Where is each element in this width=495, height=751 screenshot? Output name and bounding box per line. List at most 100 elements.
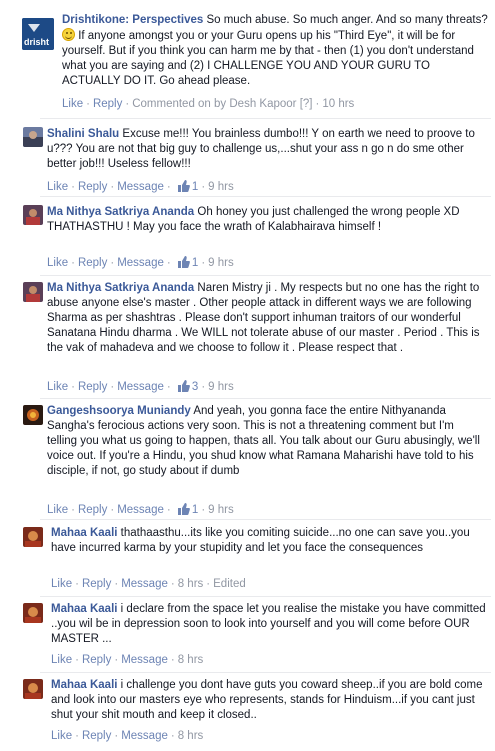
comment-author[interactable]: Mahaa Kaali — [51, 603, 117, 615]
comment-actions: Like · Reply · Message · 1 · 9 hrs — [47, 503, 234, 518]
reply-link[interactable]: Reply — [82, 654, 111, 666]
commented-on-label: Commented on by Desh Kapoor — [132, 98, 297, 110]
thumbs-up-icon — [177, 503, 190, 518]
avatar[interactable] — [23, 205, 43, 225]
comment-author[interactable]: Ma Nithya Satkriya Ananda — [47, 282, 194, 294]
like-count[interactable]: 3 — [192, 381, 198, 393]
like-link[interactable]: Like — [47, 381, 68, 393]
timestamp[interactable]: 8 hrs — [178, 654, 204, 666]
comment-actions: Like · Reply · Message · 1 · 9 hrs — [47, 180, 234, 193]
comment-body: Mahaa Kaali i challenge you dont have gu… — [51, 678, 487, 723]
profile-photo-icon — [23, 205, 43, 225]
reply-comment: Mahaa Kaali thathaasthu...its like you c… — [0, 521, 495, 597]
comment-body: Drishtikone: Perspectives So much abuse.… — [62, 13, 490, 89]
reply-link[interactable]: Reply — [78, 381, 107, 393]
reply-link[interactable]: Reply — [93, 98, 122, 110]
like-link[interactable]: Like — [47, 504, 68, 516]
reply-comment: Mahaa Kaali i challenge you dont have gu… — [0, 674, 495, 751]
message-link[interactable]: Message — [117, 381, 164, 393]
reply-comment: Ma Nithya Satkriya Ananda Naren Mistry j… — [0, 277, 495, 397]
comment-text: So much abuse. So much anger. And so man… — [203, 14, 488, 26]
reply-comment: Gangeshsoorya Muniandy And yeah, you gon… — [0, 400, 495, 518]
like-link[interactable]: Like — [62, 98, 83, 110]
reply-link[interactable]: Reply — [82, 730, 111, 742]
comment-actions: Like · Reply · Message · 1 · 9 hrs — [47, 256, 234, 271]
comment-body: Ma Nithya Satkriya Ananda Naren Mistry j… — [47, 281, 487, 356]
timestamp[interactable]: 9 hrs — [208, 181, 234, 193]
profile-photo-icon — [23, 405, 43, 425]
avatar[interactable] — [23, 282, 43, 302]
divider — [40, 275, 491, 276]
avatar[interactable] — [23, 405, 43, 425]
comment-actions: Like · Reply · Message · 3 · 9 hrs — [47, 380, 234, 395]
comment-author[interactable]: Mahaa Kaali — [51, 679, 117, 691]
divider — [40, 196, 491, 197]
comment-text-continued: If anyone amongst you or your Guru opens… — [62, 30, 474, 87]
reply-comment: Mahaa Kaali i declare from the space let… — [0, 598, 495, 674]
timestamp[interactable]: 9 hrs — [208, 504, 234, 516]
like-count[interactable]: 1 — [192, 257, 198, 269]
like-link[interactable]: Like — [51, 654, 72, 666]
like-link[interactable]: Like — [51, 730, 72, 742]
message-link[interactable]: Message — [121, 578, 168, 590]
comment-body: Shalini Shalu Excuse me!!! You brainless… — [47, 127, 487, 172]
avatar[interactable] — [23, 127, 43, 147]
reply-link[interactable]: Reply — [78, 257, 107, 269]
reply-link[interactable]: Reply — [82, 578, 111, 590]
timestamp[interactable]: 8 hrs — [178, 730, 204, 742]
comment-drishtikone: drisht Drishtikone: Perspectives So much… — [0, 0, 495, 120]
reply-comment: Ma Nithya Satkriya Ananda Oh honey you j… — [0, 198, 495, 274]
comment-author[interactable]: Shalini Shalu — [47, 128, 119, 140]
divider — [40, 398, 491, 399]
like-link[interactable]: Like — [47, 257, 68, 269]
smiley-icon — [62, 28, 75, 41]
comment-author[interactable]: Gangeshsoorya Muniandy — [47, 405, 191, 417]
comment-body: Mahaa Kaali i declare from the space let… — [51, 602, 487, 647]
reply-link[interactable]: Reply — [78, 504, 107, 516]
like-link[interactable]: Like — [47, 181, 68, 193]
comment-actions: Like · Reply · Message · 8 hrs · Edited — [51, 578, 246, 590]
comment-actions: Like · Reply · Message · 8 hrs — [51, 730, 204, 742]
avatar[interactable]: drisht — [22, 18, 54, 50]
timestamp[interactable]: 10 hrs — [322, 98, 354, 110]
message-link[interactable]: Message — [117, 504, 164, 516]
comment-author[interactable]: Drishtikone: Perspectives — [62, 14, 203, 26]
divider — [40, 118, 491, 119]
drishtikone-logo-icon: drisht — [22, 18, 54, 50]
comment-author[interactable]: Ma Nithya Satkriya Ananda — [47, 206, 194, 218]
comment-body: Ma Nithya Satkriya Ananda Oh honey you j… — [47, 205, 487, 235]
help-link[interactable]: [?] — [300, 98, 313, 110]
message-link[interactable]: Message — [121, 654, 168, 666]
divider — [40, 519, 491, 520]
like-count[interactable]: 1 — [192, 504, 198, 516]
reply-comment: Shalini Shalu Excuse me!!! You brainless… — [0, 120, 495, 196]
like-count[interactable]: 1 — [192, 181, 198, 193]
comment-body: Mahaa Kaali thathaasthu...its like you c… — [51, 526, 487, 556]
timestamp[interactable]: 9 hrs — [208, 381, 234, 393]
profile-photo-icon — [23, 603, 43, 623]
message-link[interactable]: Message — [117, 257, 164, 269]
message-link[interactable]: Message — [117, 181, 164, 193]
profile-photo-icon — [23, 679, 43, 699]
reply-link[interactable]: Reply — [78, 181, 107, 193]
avatar[interactable] — [23, 603, 43, 623]
profile-photo-icon — [23, 527, 43, 547]
comment-author[interactable]: Mahaa Kaali — [51, 527, 117, 539]
avatar[interactable] — [23, 527, 43, 547]
svg-text:drisht: drisht — [24, 37, 49, 47]
comment-actions: Like · Reply · Message · 8 hrs — [51, 654, 204, 666]
message-link[interactable]: Message — [121, 730, 168, 742]
profile-photo-icon — [23, 127, 43, 147]
timestamp[interactable]: 9 hrs — [208, 257, 234, 269]
profile-photo-icon — [23, 282, 43, 302]
edited-label[interactable]: Edited — [213, 578, 246, 590]
divider — [40, 672, 491, 673]
divider — [40, 596, 491, 597]
like-link[interactable]: Like — [51, 578, 72, 590]
comment-actions: Like · Reply · Commented on by Desh Kapoor [… — [62, 98, 355, 110]
thumbs-up-icon — [177, 256, 190, 271]
timestamp[interactable]: 8 hrs — [178, 578, 204, 590]
thumbs-up-icon — [177, 380, 190, 395]
avatar[interactable] — [23, 679, 43, 699]
comment-body: Gangeshsoorya Muniandy And yeah, you gon… — [47, 404, 487, 479]
